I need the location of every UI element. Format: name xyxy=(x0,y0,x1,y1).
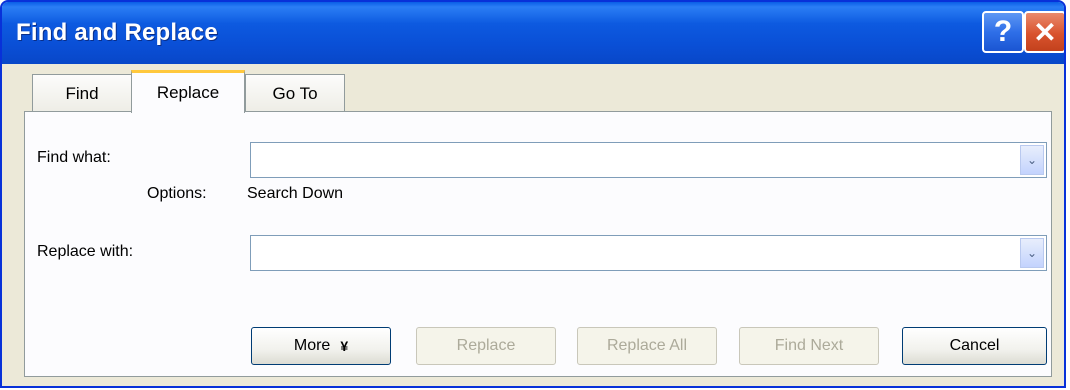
find-replace-dialog: Find and Replace ? ✕ Find Replace Go To … xyxy=(0,0,1066,388)
replace-panel: Find what: ⌄ Options: Search Down Replac… xyxy=(24,111,1052,377)
find-next-button[interactable]: Find Next xyxy=(739,327,879,365)
cancel-button[interactable]: Cancel xyxy=(902,327,1047,365)
title-bar[interactable]: Find and Replace ? ✕ xyxy=(2,2,1064,64)
tab-find[interactable]: Find xyxy=(32,74,132,112)
double-chevron-down-icon: ¥ xyxy=(340,338,349,354)
chevron-down-icon: ⌄ xyxy=(1026,246,1038,260)
find-next-button-label: Find Next xyxy=(774,337,844,354)
replace-with-dropdown-button[interactable]: ⌄ xyxy=(1020,238,1044,268)
tab-go-to[interactable]: Go To xyxy=(245,74,345,112)
close-button[interactable]: ✕ xyxy=(1024,11,1064,53)
more-button[interactable]: More ¥ xyxy=(251,327,391,365)
tab-go-to-label: Go To xyxy=(272,83,318,103)
help-icon: ? xyxy=(993,15,1013,48)
find-what-label: Find what: xyxy=(37,149,111,166)
replace-all-button[interactable]: Replace All xyxy=(577,327,717,365)
help-button[interactable]: ? xyxy=(982,11,1024,53)
options-label: Options: xyxy=(147,185,207,202)
find-what-dropdown-button[interactable]: ⌄ xyxy=(1020,145,1044,175)
close-icon: ✕ xyxy=(1033,16,1057,48)
window-title: Find and Replace xyxy=(16,19,218,46)
find-what-combobox[interactable]: ⌄ xyxy=(250,142,1047,178)
chevron-down-icon: ⌄ xyxy=(1026,153,1038,167)
replace-with-label: Replace with: xyxy=(37,243,134,260)
replace-button-label: Replace xyxy=(456,337,516,354)
cancel-button-label: Cancel xyxy=(949,337,1000,354)
tab-find-label: Find xyxy=(65,83,99,103)
replace-with-combobox[interactable]: ⌄ xyxy=(250,235,1047,271)
more-button-label: More xyxy=(293,337,331,354)
replace-all-button-label: Replace All xyxy=(606,337,688,354)
tab-replace-label: Replace xyxy=(156,83,220,102)
tab-replace[interactable]: Replace xyxy=(131,70,245,113)
replace-button[interactable]: Replace xyxy=(416,327,556,365)
options-value: Search Down xyxy=(247,185,344,202)
tab-strip: Find Replace Go To xyxy=(2,70,1064,113)
